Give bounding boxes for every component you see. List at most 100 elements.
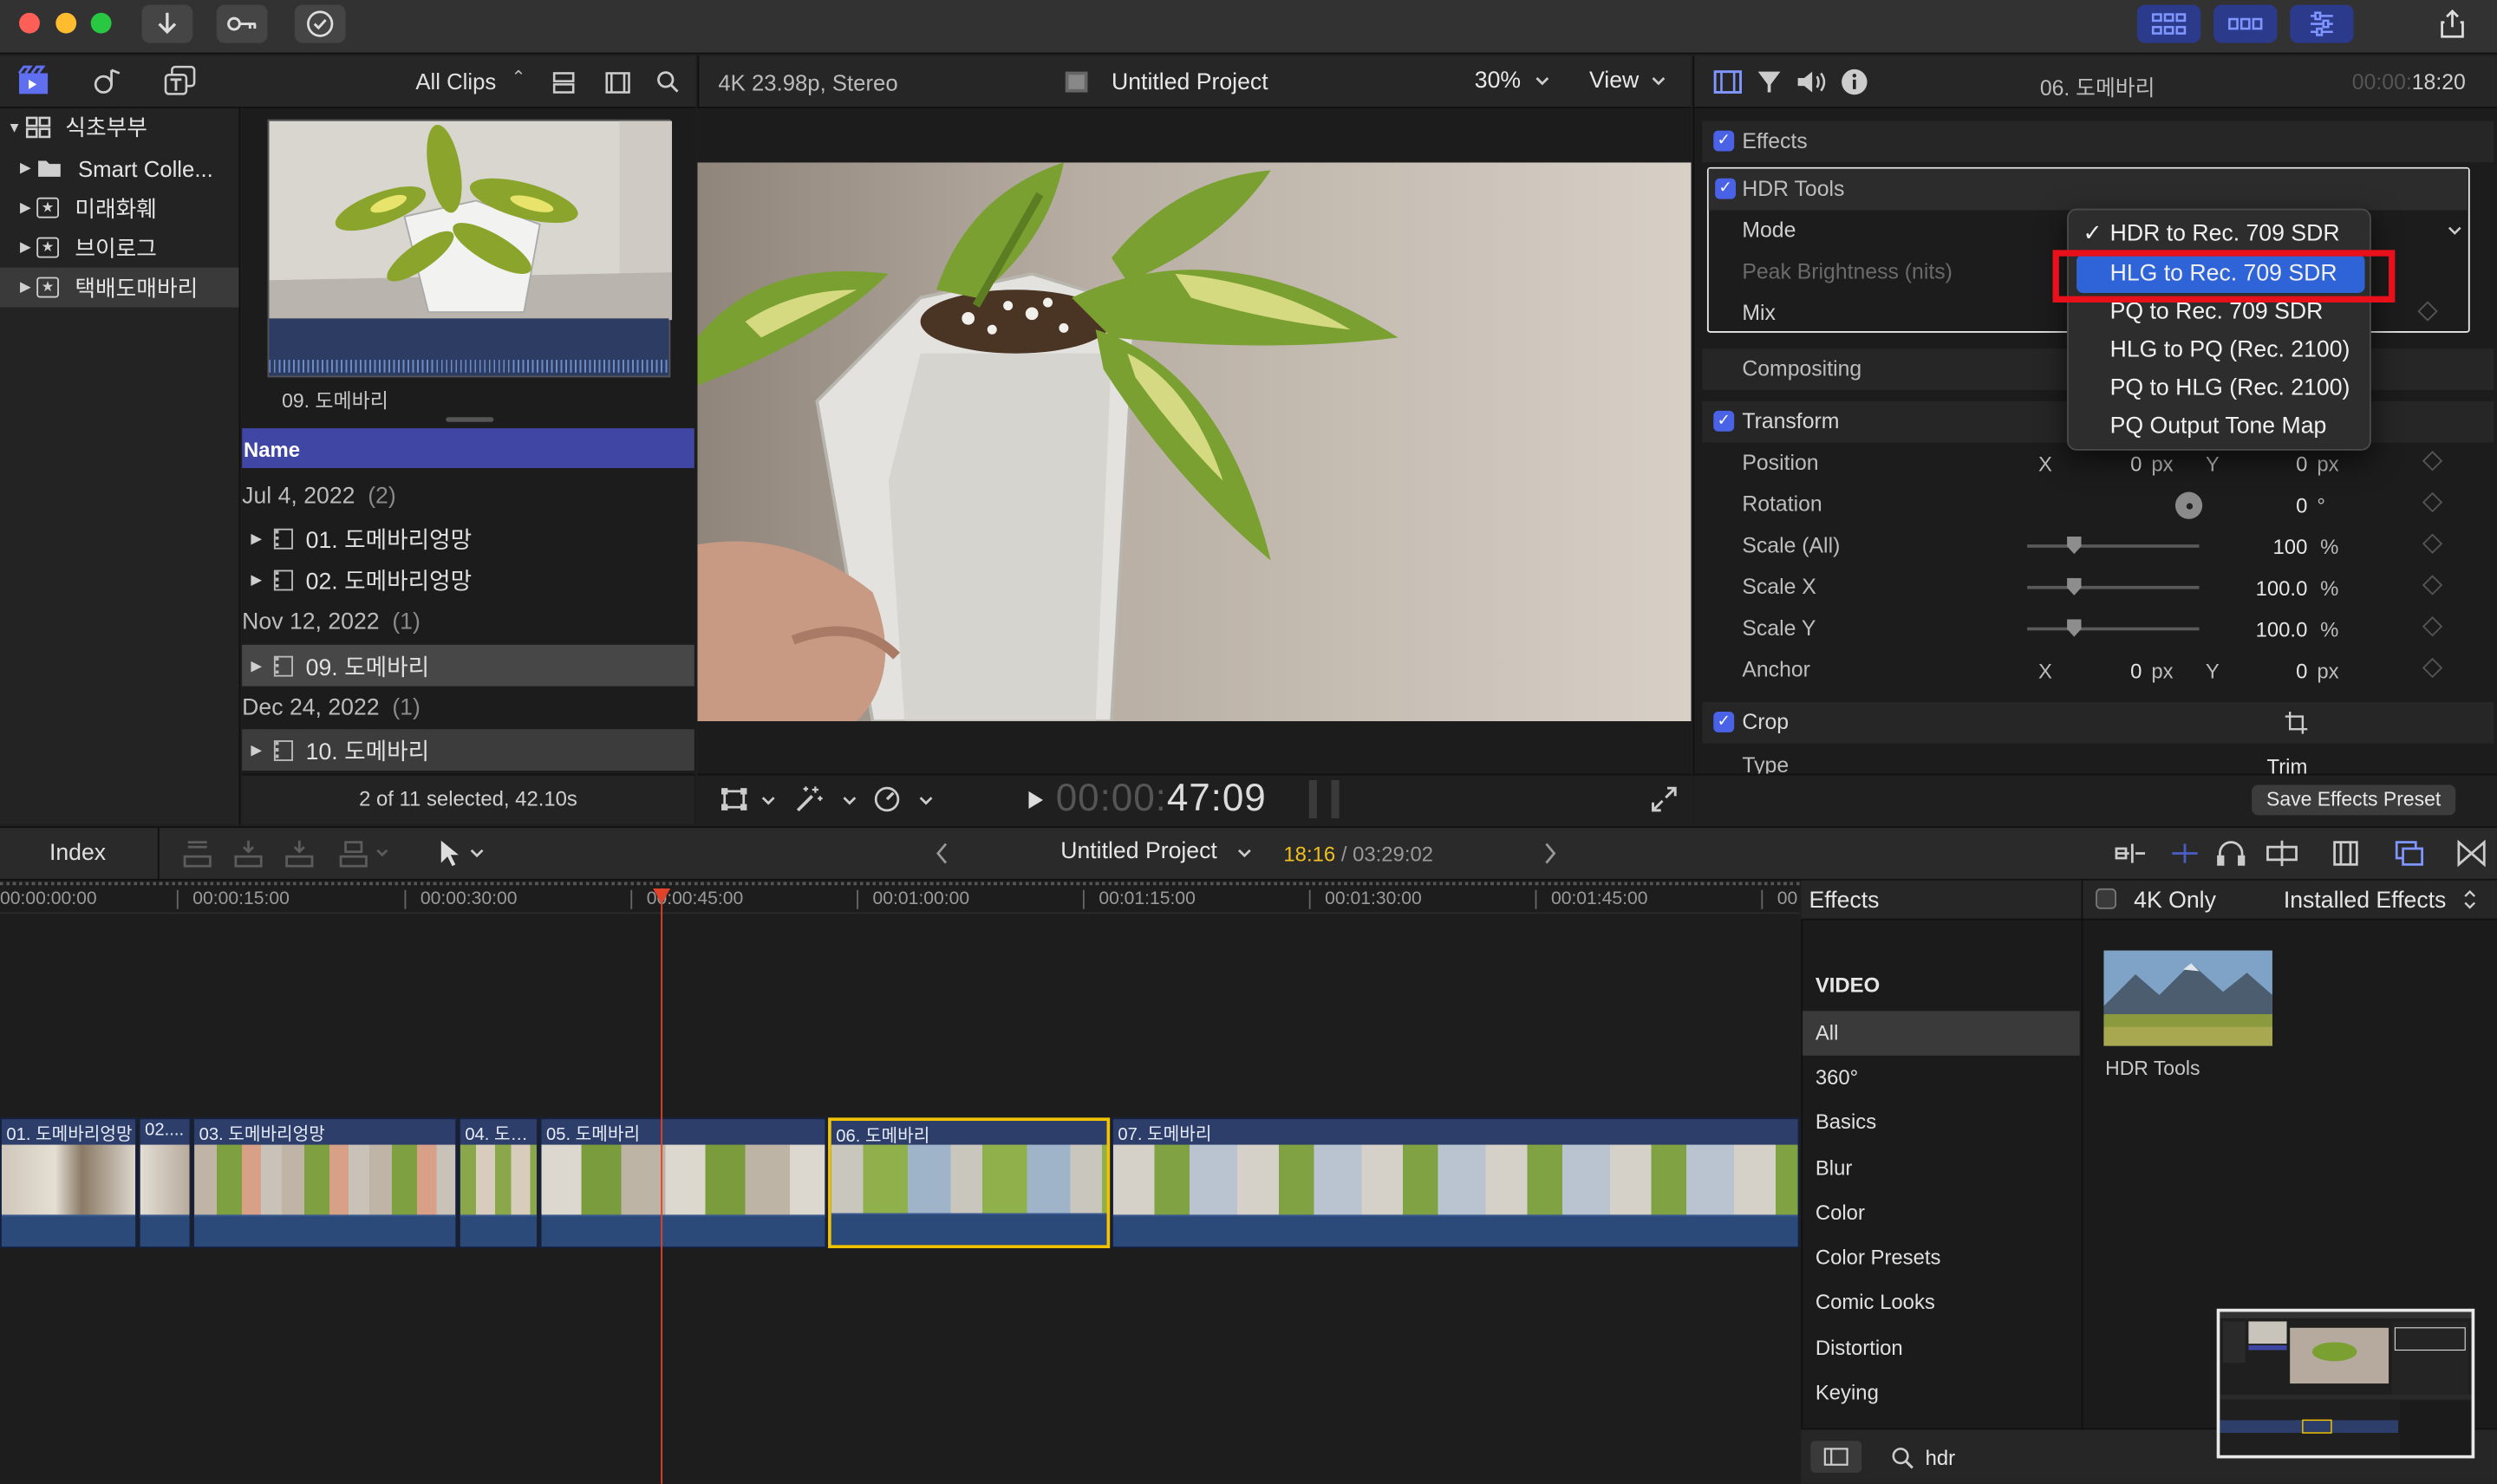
keyframe-diamond-icon[interactable]	[2417, 301, 2438, 322]
category-item[interactable]: 360°	[1803, 1056, 2080, 1100]
menu-item[interactable]: PQ to HLG (Rec. 2100)	[2070, 369, 2368, 407]
scale-x-value[interactable]: 100.0	[2228, 576, 2308, 601]
crop-tool-icon[interactable]	[2285, 712, 2308, 734]
slider-knob[interactable]	[2067, 536, 2082, 555]
library-root[interactable]: ▼ 식초부부	[0, 107, 239, 146]
rotation-row[interactable]: Rotation 0 °	[1702, 484, 2494, 525]
date-group-header[interactable]: Nov 12, 2022 (1)	[242, 602, 694, 643]
keyframe-diamond-icon[interactable]	[2422, 533, 2443, 554]
keyframe-diamond-icon[interactable]	[2422, 575, 2443, 596]
hdr-tools-checkbox[interactable]: ✓	[1715, 178, 1737, 199]
save-effects-preset-button[interactable]: Save Effects Preset	[2252, 784, 2456, 816]
scale-y-row[interactable]: Scale Y 100.0 %	[1702, 609, 2494, 650]
date-group-header[interactable]: Dec 24, 2022 (1)	[242, 687, 694, 729]
timeline-clip[interactable]: 03. 도메바리엉망	[192, 1117, 458, 1248]
enhance-magic-wand-icon[interactable]	[795, 784, 824, 813]
menu-item-checked[interactable]: ✓ HDR to Rec. 709 SDR	[2070, 215, 2368, 253]
category-item[interactable]: Blur	[1803, 1146, 2080, 1190]
clip-thumbnail[interactable]	[267, 119, 673, 378]
timeline-project-dropdown[interactable]: Untitled Project	[1060, 839, 1217, 864]
import-button[interactable]	[141, 4, 193, 43]
info-inspector-icon[interactable]	[1841, 68, 1868, 95]
view-dropdown[interactable]: View	[1589, 68, 1639, 94]
transform-tool-icon[interactable]	[720, 786, 748, 811]
rotation-value[interactable]: 0	[2250, 493, 2307, 517]
sidebar-toggle-button[interactable]	[1810, 1441, 1862, 1473]
clip-appearance-icon[interactable]	[551, 70, 576, 95]
crop-section-header[interactable]: ✓ Crop	[1702, 701, 2494, 744]
menu-item[interactable]: PQ Output Tone Map	[2070, 407, 2368, 446]
video-inspector-icon[interactable]	[1713, 70, 1742, 94]
keyframe-diamond-icon[interactable]	[2422, 491, 2443, 513]
viewer-canvas[interactable]	[697, 162, 1692, 722]
edit-buttons-icon[interactable]	[180, 837, 403, 869]
libraries-icon[interactable]	[16, 65, 50, 97]
effects-checkbox[interactable]: ✓	[1713, 130, 1735, 152]
scale-all-slider[interactable]	[2027, 536, 2200, 555]
keyframe-diamond-icon[interactable]	[2422, 616, 2443, 637]
slider-knob[interactable]	[2067, 577, 2082, 596]
category-item[interactable]: Color	[1803, 1191, 2080, 1235]
category-all[interactable]: All	[1803, 1011, 2080, 1056]
list-item[interactable]: ▶ 01. 도메바리엉망	[242, 517, 694, 559]
keywords-button[interactable]	[216, 4, 268, 43]
screenshot-preview-thumbnail[interactable]	[2216, 1308, 2475, 1459]
minimize-window-button[interactable]	[55, 12, 77, 34]
clip-filter-dropdown[interactable]: All Clips	[415, 68, 496, 94]
category-item[interactable]: Color Presets	[1803, 1235, 2080, 1279]
list-item-selected[interactable]: ▶ 09. 도메바리	[242, 644, 694, 687]
color-inspector-icon[interactable]	[1757, 70, 1782, 94]
scale-x-slider[interactable]	[2027, 577, 2200, 596]
fullscreen-icon[interactable]	[1650, 784, 1679, 813]
timeline-clip-selected[interactable]: 06. 도메바리	[828, 1117, 1111, 1248]
chevron-left-icon[interactable]	[935, 843, 949, 865]
anchor-row[interactable]: Anchor X 0 px Y 0 px	[1702, 649, 2494, 691]
titles-generators-icon[interactable]	[162, 65, 197, 97]
select-tool-icon[interactable]	[436, 839, 487, 868]
anchor-y-value[interactable]: 0	[2250, 659, 2307, 683]
transform-checkbox[interactable]: ✓	[1713, 410, 1735, 432]
slider-knob[interactable]	[2067, 619, 2082, 637]
photos-audio-icon[interactable]	[93, 65, 125, 97]
category-item[interactable]: Basics	[1803, 1100, 2080, 1144]
installed-effects-dropdown[interactable]: Installed Effects	[2284, 888, 2447, 914]
chevron-down-icon[interactable]	[761, 796, 776, 805]
name-column-header[interactable]: Name	[242, 428, 694, 468]
crop-checkbox[interactable]: ✓	[1713, 712, 1735, 732]
share-button[interactable]	[2427, 5, 2478, 43]
chevron-down-icon[interactable]	[919, 796, 934, 805]
4k-only-checkbox[interactable]	[2096, 888, 2116, 909]
audio-inspector-icon[interactable]	[1796, 70, 1827, 94]
retime-speedometer-icon[interactable]	[873, 784, 902, 813]
timeline-clip[interactable]: 07. 도메바리	[1112, 1117, 1800, 1248]
hdr-tools-header[interactable]: ✓ HDR Tools	[1708, 168, 2468, 211]
scale-all-value[interactable]: 100	[2228, 535, 2308, 559]
effects-search-input[interactable]: hdr	[1926, 1446, 1956, 1470]
category-item[interactable]: Distortion	[1803, 1326, 2080, 1370]
zoom-window-button[interactable]	[90, 12, 112, 34]
rotation-dial[interactable]	[2174, 491, 2203, 519]
sidebar-item-smart-collections[interactable]: ▶ Smart Colle...	[0, 148, 239, 188]
keyframe-diamond-icon[interactable]	[2422, 657, 2443, 679]
position-x-value[interactable]: 0	[2084, 452, 2142, 477]
scale-y-value[interactable]: 100.0	[2228, 618, 2308, 642]
timeline-clip[interactable]: 05. 도메바리	[539, 1117, 827, 1248]
menu-item[interactable]: HLG to PQ (Rec. 2100)	[2070, 331, 2368, 369]
inspector-toggle-button[interactable]	[2290, 4, 2354, 43]
timeline-toggle-button[interactable]	[2213, 4, 2278, 43]
playhead[interactable]	[661, 888, 663, 1484]
scale-all-row[interactable]: Scale (All) 100 %	[1702, 525, 2494, 567]
sidebar-item-event[interactable]: ▶ ★ 브이로그	[0, 228, 239, 268]
sidebar-item-event[interactable]: ▶ ★ 미래화훼	[0, 188, 239, 228]
timeline-clip[interactable]: 01. 도메바리엉망	[0, 1117, 137, 1248]
scale-y-slider[interactable]	[2027, 619, 2200, 637]
category-item[interactable]: Keying	[1803, 1370, 2080, 1415]
crop-type-row[interactable]: Type Trim	[1702, 745, 2494, 774]
timeline-clip[interactable]: 04. 도…	[458, 1117, 538, 1248]
chevron-down-icon[interactable]	[843, 796, 857, 805]
close-window-button[interactable]	[19, 12, 40, 34]
timeline-view-controls-icon[interactable]	[2111, 837, 2487, 869]
list-item-selected[interactable]: ▶ 10. 도메바리	[242, 729, 694, 771]
background-tasks-button[interactable]	[294, 4, 346, 43]
play-icon[interactable]	[1027, 790, 1045, 810]
